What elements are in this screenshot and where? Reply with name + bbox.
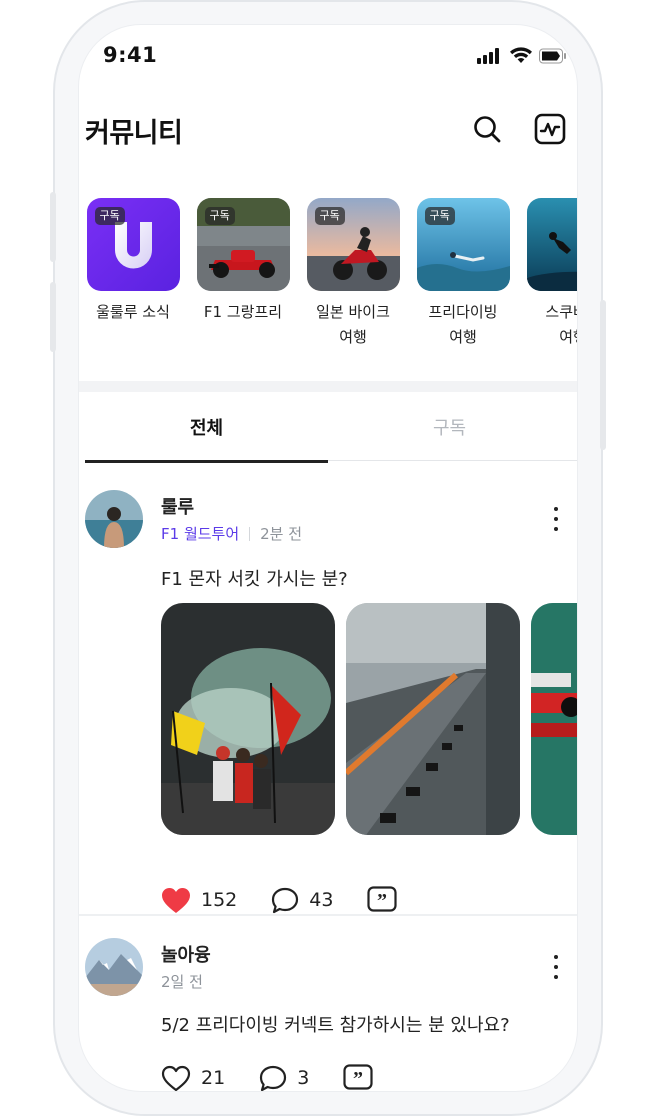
comment-count: 3: [297, 1067, 310, 1089]
quote-button[interactable]: ”: [367, 886, 398, 914]
post-text: 5/2 프리다이빙 커넥트 참가하시는 분 있나요?: [161, 1015, 510, 1036]
comment-icon: [272, 887, 299, 913]
heart-filled-icon: [162, 887, 190, 913]
tab-label: 구독: [432, 418, 467, 439]
quote-button[interactable]: ”: [343, 1064, 373, 1091]
channel-item[interactable]: 구독 울룰루 소식: [85, 198, 181, 325]
post-meta: F1 월드투어 2분 전: [161, 523, 302, 544]
channel-item[interactable]: 스쿠버다 여행: [525, 198, 577, 350]
channel-thumbnail: 구독: [196, 198, 290, 291]
tab-active-indicator: [85, 460, 328, 463]
side-button: [50, 192, 56, 262]
side-button: [50, 282, 56, 352]
comment-button[interactable]: 3: [259, 1065, 309, 1092]
like-button[interactable]: 152: [161, 887, 237, 914]
battery-icon: [539, 48, 566, 63]
like-button[interactable]: 21: [161, 1065, 225, 1092]
status-icons: [477, 47, 567, 64]
quote-icon: ”: [367, 886, 398, 912]
channel-thumbnail: 구독: [306, 198, 400, 291]
quote-icon: ”: [343, 1064, 373, 1090]
activity-button[interactable]: [532, 111, 568, 147]
heart-outline-icon: [161, 1065, 191, 1091]
signal-icon: [477, 47, 499, 64]
svg-text:”: ”: [353, 1068, 363, 1090]
post-photo[interactable]: [346, 603, 520, 835]
channel-thumbnail: 구독: [86, 198, 180, 291]
post-time: 2일 전: [161, 973, 203, 991]
more-options-button[interactable]: [549, 952, 563, 982]
channel-name: 스쿠버다 여행: [545, 303, 577, 346]
channel-name: F1 그랑프리: [203, 303, 283, 321]
post-time: 2분 전: [260, 525, 303, 543]
tab-label: 전체: [189, 418, 224, 439]
post-meta: 2일 전: [161, 971, 203, 992]
subscribed-badge: 구독: [424, 207, 455, 225]
meta-divider: [249, 526, 251, 541]
post-photo[interactable]: [531, 603, 577, 835]
post-author[interactable]: 놀아융: [161, 941, 211, 967]
post-actions: 21 3 ”: [161, 1064, 407, 1091]
post-divider: [79, 914, 577, 916]
status-time: 9:41: [103, 43, 158, 67]
subscribed-badge: 구독: [204, 207, 235, 225]
section-divider: [79, 381, 577, 392]
channel-thumbnail: [526, 198, 577, 291]
status-bar: 9:41: [79, 25, 577, 85]
avatar[interactable]: [85, 938, 143, 996]
channel-item[interactable]: 구독 일본 바이크 여행: [305, 198, 401, 350]
channel-item[interactable]: 구독 F1 그랑프리: [195, 198, 291, 325]
svg-text:”: ”: [377, 890, 387, 912]
search-icon: [474, 116, 501, 143]
feed-tabs: 전체 구독: [85, 393, 577, 463]
channel-name: 울룰루 소식: [96, 303, 170, 321]
comment-button[interactable]: 43: [271, 887, 333, 914]
activity-icon: [534, 113, 566, 145]
like-count: 21: [201, 1067, 226, 1089]
post-card[interactable]: 놀아융 2일 전 5/2 프리다이빙 커넥트 참가하시는 분 있나요? 21 3: [79, 938, 577, 1091]
tab-subscribed[interactable]: 구독: [328, 393, 571, 461]
side-button: [600, 300, 606, 450]
channel-thumbnail: 구독: [416, 198, 510, 291]
page-title: 커뮤니티: [85, 118, 183, 149]
tab-all[interactable]: 전체: [85, 393, 328, 463]
post-photo[interactable]: [161, 603, 335, 835]
post-actions: 152 43 ”: [161, 886, 431, 914]
channel-item[interactable]: 구독 프리다이빙 여행: [415, 198, 511, 350]
subscribed-badge: 구독: [94, 207, 125, 225]
comment-icon: [260, 1065, 287, 1091]
more-options-button[interactable]: [549, 504, 563, 534]
post-card[interactable]: 룰루 F1 월드투어 2분 전 F1 몬자 서킷 가시는 분? 152 43 ”: [79, 490, 577, 915]
search-button[interactable]: [469, 111, 505, 147]
post-community[interactable]: F1 월드투어: [161, 523, 239, 544]
post-text: F1 몬자 서킷 가시는 분?: [161, 569, 348, 590]
channel-name: 일본 바이크 여행: [316, 303, 390, 346]
avatar[interactable]: [85, 490, 143, 548]
like-count: 152: [201, 889, 238, 911]
channel-list: 구독 울룰루 소식 구독 F1 그랑프리 구독 일본 바이크 여행 구독 프리다…: [85, 198, 577, 378]
header: 커뮤니티: [79, 105, 577, 155]
post-author[interactable]: 룰루: [161, 493, 194, 519]
subscribed-badge: 구독: [314, 207, 345, 225]
screen: 9:41 커뮤니티 구독 울룰루 소식 구독 F1 그랑프리 구독 일본 바이크…: [79, 25, 577, 1091]
wifi-icon: [510, 47, 532, 63]
channel-name: 프리다이빙 여행: [428, 303, 498, 346]
comment-count: 43: [309, 889, 334, 911]
